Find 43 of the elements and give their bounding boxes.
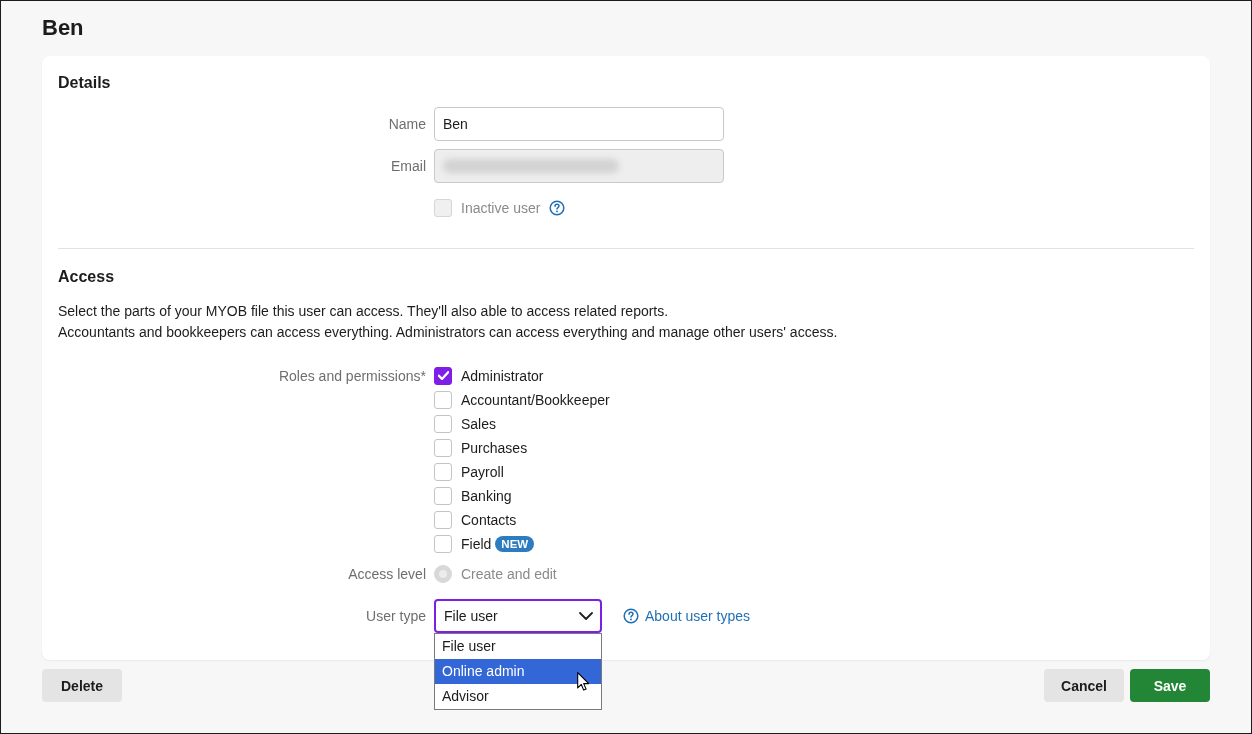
help-icon[interactable] [549,200,566,216]
name-input-field[interactable]: Ben [434,107,724,141]
field-label: Access level [348,565,426,584]
delete-button[interactable]: Delete [42,669,122,702]
page-title: Ben [42,14,85,42]
role-checkbox[interactable] [434,487,452,505]
access-level-label: Create and edit [461,566,557,582]
field-label: Email [391,157,426,176]
user-type-select[interactable]: File user [434,599,602,633]
pointer-cursor-icon [577,672,589,691]
section-heading: Access [58,267,116,287]
role-label: Contacts [461,512,517,528]
dropdown-option[interactable]: File user [435,634,601,659]
role-label: Administrator [461,368,544,384]
save-button[interactable]: Save [1130,669,1210,702]
role-label: Payroll [461,464,504,480]
role-label: Purchases [461,440,528,456]
role-checkbox[interactable] [434,415,452,433]
role-checkbox[interactable] [434,391,452,409]
section-heading: Details [58,73,112,93]
field-label: User type [366,607,426,626]
cancel-button[interactable]: Cancel [1044,669,1124,702]
access-description: Accountants and bookkeepers can access everything. Administrators can access everything and manage other users' access. [58,323,839,342]
role-checkbox[interactable] [434,511,452,529]
role-checkbox[interactable] [434,367,452,385]
role-label: Sales [461,416,497,432]
role-checkbox[interactable] [434,439,452,457]
about-user-types-link[interactable]: About user types [623,608,751,624]
dropdown-option[interactable]: Advisor [435,684,601,709]
role-label: Field [461,536,492,552]
new-badge: NEW [495,536,535,552]
role-label: Banking [461,488,512,504]
role-checkbox[interactable] [434,463,452,481]
role-label: Accountant/Bookkeeper [461,392,610,408]
inactive-user-label: Inactive user [461,200,541,216]
access-description: Select the parts of your MYOB file this user can access. They'll also able to access related reports. [58,302,670,321]
help-icon [623,608,639,624]
role-checkbox[interactable] [434,535,452,553]
chevron-down-icon [579,612,593,620]
field-label: Roles and permissions* [278,367,426,386]
dropdown-option[interactable]: Online admin [435,659,601,684]
checkmark-icon [437,371,449,381]
field-label: Name [388,115,426,134]
